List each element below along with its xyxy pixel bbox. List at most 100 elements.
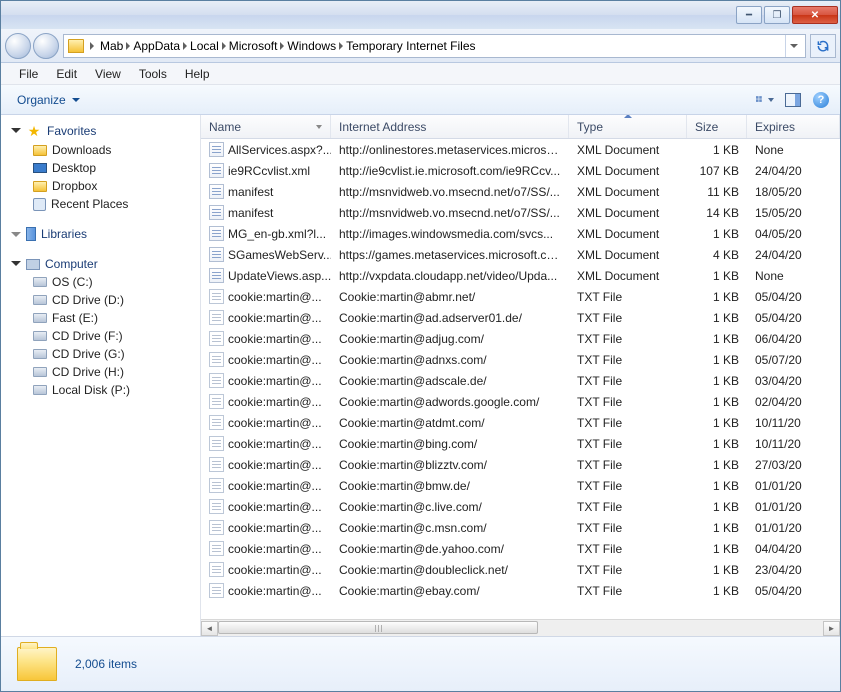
txt-file-icon	[209, 373, 224, 388]
scroll-thumb[interactable]	[218, 621, 538, 634]
folder-icon	[68, 39, 84, 53]
preview-pane-button[interactable]	[784, 91, 802, 109]
txt-file-icon	[209, 499, 224, 514]
file-row[interactable]: cookie:martin@...Cookie:martin@doublecli…	[201, 559, 840, 580]
column-name[interactable]: Name	[201, 115, 331, 138]
xml-file-icon	[209, 268, 224, 283]
drive-item[interactable]: CD Drive (D:)	[5, 291, 200, 309]
file-row[interactable]: cookie:martin@...Cookie:martin@ebay.com/…	[201, 580, 840, 601]
maximize-button[interactable]: ❐	[764, 6, 790, 24]
drive-item[interactable]: Fast (E:)	[5, 309, 200, 327]
file-row[interactable]: cookie:martin@...Cookie:martin@adscale.d…	[201, 370, 840, 391]
horizontal-scrollbar[interactable]: ◄ ►	[201, 619, 840, 636]
close-button[interactable]: ✕	[792, 6, 838, 24]
refresh-button[interactable]	[810, 34, 836, 58]
item-count: 2,006 items	[75, 657, 137, 671]
scroll-right-button[interactable]: ►	[823, 621, 840, 636]
scroll-track[interactable]	[218, 621, 823, 636]
menu-view[interactable]: View	[87, 65, 129, 83]
column-headers: Name Internet Address Type Size Expires	[201, 115, 840, 139]
menu-edit[interactable]: Edit	[48, 65, 85, 83]
navigation-pane[interactable]: ★ Favorites DownloadsDesktopDropboxRecen…	[1, 115, 201, 636]
breadcrumb-segment[interactable]: AppData	[133, 39, 180, 53]
xml-file-icon	[209, 247, 224, 262]
main-area: ★ Favorites DownloadsDesktopDropboxRecen…	[1, 115, 840, 637]
file-row[interactable]: manifesthttp://msnvidweb.vo.msecnd.net/o…	[201, 202, 840, 223]
chevron-right-icon	[280, 42, 284, 50]
xml-file-icon	[209, 163, 224, 178]
file-row[interactable]: cookie:martin@...Cookie:martin@ad.adserv…	[201, 307, 840, 328]
file-row[interactable]: cookie:martin@...Cookie:martin@bing.com/…	[201, 433, 840, 454]
chevron-right-icon	[126, 42, 130, 50]
column-size[interactable]: Size	[687, 115, 747, 138]
file-row[interactable]: cookie:martin@...Cookie:martin@abmr.net/…	[201, 286, 840, 307]
column-type[interactable]: Type	[569, 115, 687, 138]
computer-header[interactable]: Computer	[5, 255, 200, 273]
breadcrumb-segment[interactable]: Temporary Internet Files	[346, 39, 475, 53]
title-bar: ━ ❐ ✕	[1, 1, 840, 29]
txt-file-icon	[209, 478, 224, 493]
view-options-button[interactable]	[756, 91, 774, 109]
txt-file-icon	[209, 562, 224, 577]
forward-button[interactable]	[33, 33, 59, 59]
column-expires[interactable]: Expires	[747, 115, 840, 138]
menu-help[interactable]: Help	[177, 65, 218, 83]
recent-icon	[33, 198, 46, 211]
file-row[interactable]: SGamesWebServ...https://games.metaservic…	[201, 244, 840, 265]
txt-file-icon	[209, 583, 224, 598]
nav-item-recent-places[interactable]: Recent Places	[5, 195, 200, 213]
back-button[interactable]	[5, 33, 31, 59]
file-row[interactable]: cookie:martin@...Cookie:martin@bmw.de/TX…	[201, 475, 840, 496]
libraries-header[interactable]: Libraries	[5, 225, 200, 243]
favorites-header[interactable]: ★ Favorites	[5, 121, 200, 141]
file-row[interactable]: cookie:martin@...Cookie:martin@c.msn.com…	[201, 517, 840, 538]
txt-file-icon	[209, 289, 224, 304]
minimize-button[interactable]: ━	[736, 6, 762, 24]
libraries-icon	[26, 227, 36, 241]
drive-item[interactable]: CD Drive (G:)	[5, 345, 200, 363]
menu-file[interactable]: File	[11, 65, 46, 83]
file-row[interactable]: manifesthttp://msnvidweb.vo.msecnd.net/o…	[201, 181, 840, 202]
desktop-icon	[33, 163, 47, 173]
file-row[interactable]: MG_en-gb.xml?l...http://images.windowsme…	[201, 223, 840, 244]
organize-button[interactable]: Organize	[11, 90, 86, 110]
drive-item[interactable]: CD Drive (H:)	[5, 363, 200, 381]
nav-item-downloads[interactable]: Downloads	[5, 141, 200, 159]
drive-icon	[33, 331, 47, 341]
drive-item[interactable]: CD Drive (F:)	[5, 327, 200, 345]
file-row[interactable]: AllServices.aspx?...http://onlinestores.…	[201, 139, 840, 160]
breadcrumb-bar[interactable]: Mab AppData Local Microsoft Windows Temporary…	[63, 34, 806, 58]
breadcrumb-segment[interactable]: Windows	[287, 39, 336, 53]
scroll-left-button[interactable]: ◄	[201, 621, 218, 636]
breadcrumb-segment[interactable]: Microsoft	[229, 39, 278, 53]
drive-item[interactable]: Local Disk (P:)	[5, 381, 200, 399]
nav-item-desktop[interactable]: Desktop	[5, 159, 200, 177]
file-row[interactable]: cookie:martin@...Cookie:martin@de.yahoo.…	[201, 538, 840, 559]
file-row[interactable]: cookie:martin@...Cookie:martin@blizztv.c…	[201, 454, 840, 475]
txt-file-icon	[209, 436, 224, 451]
txt-file-icon	[209, 415, 224, 430]
breadcrumb-segment[interactable]: Local	[190, 39, 219, 53]
file-row[interactable]: cookie:martin@...Cookie:martin@c.live.co…	[201, 496, 840, 517]
file-row[interactable]: cookie:martin@...Cookie:martin@adjug.com…	[201, 328, 840, 349]
column-internet-address[interactable]: Internet Address	[331, 115, 569, 138]
txt-file-icon	[209, 352, 224, 367]
chevron-right-icon	[339, 42, 343, 50]
txt-file-icon	[209, 331, 224, 346]
file-row[interactable]: cookie:martin@...Cookie:martin@adwords.g…	[201, 391, 840, 412]
nav-item-dropbox[interactable]: Dropbox	[5, 177, 200, 195]
drive-item[interactable]: OS (C:)	[5, 273, 200, 291]
txt-file-icon	[209, 457, 224, 472]
file-row[interactable]: cookie:martin@...Cookie:martin@adnxs.com…	[201, 349, 840, 370]
breadcrumb-segment[interactable]: Mab	[100, 39, 123, 53]
file-row[interactable]: ie9RCcvlist.xmlhttp://ie9cvlist.ie.micro…	[201, 160, 840, 181]
help-button[interactable]: ?	[812, 91, 830, 109]
drive-icon	[33, 385, 47, 395]
file-row[interactable]: UpdateViews.asp...http://vxpdata.cloudap…	[201, 265, 840, 286]
menu-tools[interactable]: Tools	[131, 65, 175, 83]
status-bar: 2,006 items	[1, 637, 840, 691]
drive-icon	[33, 349, 47, 359]
address-dropdown[interactable]	[785, 34, 801, 58]
file-row[interactable]: cookie:martin@...Cookie:martin@atdmt.com…	[201, 412, 840, 433]
file-rows[interactable]: AllServices.aspx?...http://onlinestores.…	[201, 139, 840, 619]
